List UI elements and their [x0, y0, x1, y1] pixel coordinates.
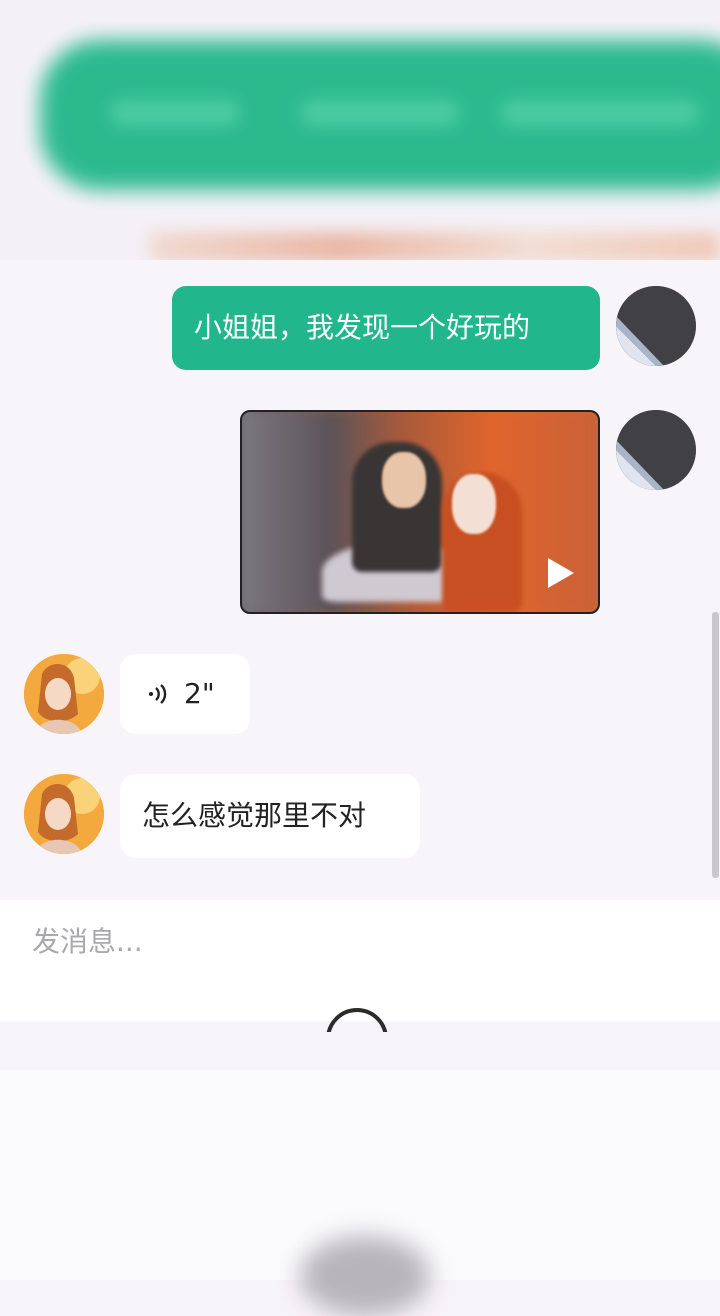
message-input-bar[interactable]: 发消息... — [0, 900, 720, 1020]
home-indicator — [300, 1236, 430, 1316]
message-input[interactable]: 发消息... — [32, 920, 143, 960]
voice-message-bubble[interactable]: 2" — [120, 654, 250, 734]
voice-duration: 2" — [184, 677, 215, 710]
avatar-image — [616, 286, 696, 366]
video-figure — [452, 474, 496, 534]
blurred-strip — [150, 232, 720, 260]
outgoing-message-bubble[interactable]: 小姐姐，我发现一个好玩的 — [172, 286, 600, 370]
blurred-banner-text — [300, 100, 460, 126]
voice-wave-icon — [149, 684, 167, 704]
emoji-icon[interactable] — [326, 1008, 396, 1032]
play-icon[interactable] — [548, 558, 574, 588]
avatar-image — [24, 654, 104, 734]
contact-avatar[interactable] — [24, 774, 104, 854]
avatar-image — [616, 410, 696, 490]
blurred-header-area — [0, 0, 720, 260]
video-figure — [382, 452, 426, 508]
avatar-image — [24, 774, 104, 854]
incoming-message-bubble[interactable]: 怎么感觉那里不对 — [120, 774, 420, 858]
blurred-banner-text — [500, 100, 700, 126]
contact-avatar[interactable] — [24, 654, 104, 734]
video-message-thumbnail[interactable] — [240, 410, 600, 614]
blurred-banner-text — [110, 100, 240, 126]
self-avatar[interactable] — [616, 410, 696, 490]
chat-scrollbar[interactable] — [712, 612, 719, 878]
self-avatar[interactable] — [616, 286, 696, 366]
